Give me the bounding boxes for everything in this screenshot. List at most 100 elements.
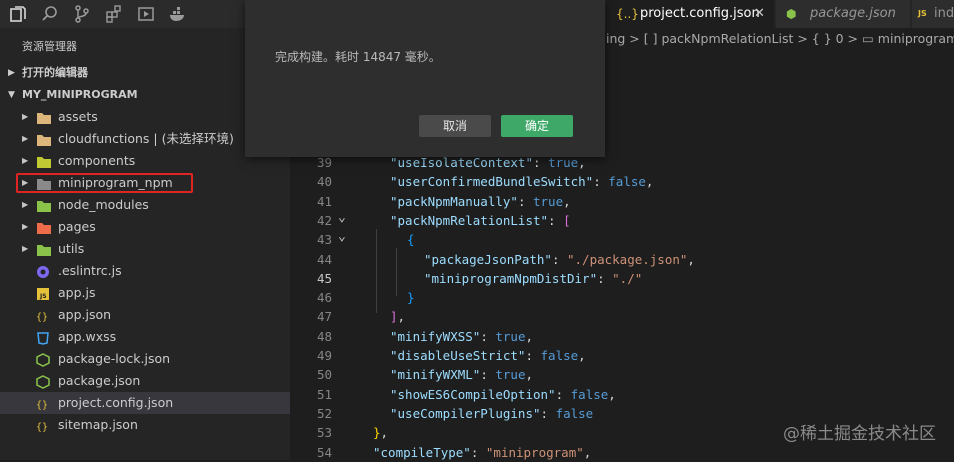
code-line: 54 "compileType": "miniprogram", — [290, 443, 954, 462]
code-token: } — [407, 290, 415, 306]
code-text: "miniprogramNpmDistDir": "./" — [424, 269, 642, 288]
cancel-button[interactable]: 取消 — [419, 115, 491, 137]
code-token: "showES6CompileOption" — [390, 386, 556, 402]
line-number: 46 — [316, 290, 332, 306]
tab-project-config-json[interactable]: {..} project.config.json ✕ — [606, 0, 774, 28]
watermark: @稀土掘金技术社区 — [783, 424, 936, 444]
file-tree-item-label: .eslintrc.js — [58, 263, 122, 278]
code-token: "userConfirmedBundleSwitch" — [390, 174, 594, 190]
file-tree-item[interactable]: {} app.json — [0, 304, 290, 326]
files-icon[interactable] — [8, 4, 28, 24]
code-token: , — [645, 174, 654, 190]
line-number: 54 — [316, 444, 332, 460]
code-line: 42 ⌄ "packNpmRelationList": [ — [290, 208, 954, 230]
code-token: , — [687, 251, 695, 267]
file-tree-item[interactable]: .eslintrc.js — [0, 260, 290, 282]
build-complete-dialog: 完成构建。耗时 14847 毫秒。 取消 确定 — [245, 0, 605, 157]
npm-icon — [36, 352, 52, 367]
code-text: "showES6CompileOption": false, — [390, 385, 616, 404]
file-tree-item[interactable]: app.wxss — [0, 326, 290, 348]
code-token: : — [548, 212, 564, 228]
extensions-icon[interactable] — [104, 4, 124, 24]
code-token: : — [540, 405, 556, 421]
search-icon[interactable] — [40, 4, 60, 24]
docker-icon[interactable] — [168, 4, 188, 24]
line-number: 52 — [316, 405, 332, 421]
tab-package-json[interactable]: ⬢ package.json — [776, 0, 910, 28]
folder-icon — [36, 220, 52, 234]
code-token: : — [470, 444, 486, 460]
chevron-right-icon[interactable]: ▶ — [22, 128, 28, 150]
code-line: 48 "minifyWXSS": true, — [290, 327, 954, 346]
line-number: 51 — [316, 386, 332, 402]
code-token: "./" — [612, 270, 643, 286]
js-icon: JS — [36, 286, 52, 300]
json-icon: {..} — [616, 7, 639, 21]
code-line: 46} — [290, 288, 954, 307]
code-token: true — [533, 193, 564, 209]
file-tree-item[interactable]: {} project.config.json — [0, 392, 290, 414]
file-tree-item-label: package.json — [58, 373, 141, 388]
line-number: 45 — [316, 270, 332, 286]
chevron-right-icon[interactable]: ▶ — [22, 238, 28, 260]
line-number: 41 — [316, 193, 332, 209]
npm-icon: ⬢ — [786, 7, 797, 21]
svg-text:{}: {} — [36, 400, 48, 411]
file-tree-item-label: package-lock.json — [58, 351, 171, 366]
code-token: [ — [563, 212, 571, 228]
line-number: 43 — [316, 232, 332, 248]
fold-chevron-icon[interactable]: ⌄ — [338, 208, 346, 227]
chevron-right-icon[interactable]: ▶ — [22, 194, 28, 216]
file-tree-item[interactable]: ▶ node_modules — [0, 194, 290, 216]
json-icon: {} — [36, 418, 52, 433]
code-line: 41 "packNpmManually": true, — [290, 192, 954, 211]
file-tree-item-label: utils — [58, 241, 85, 256]
breadcrumb-path: ing > [ ] packNpmRelationList > { } 0 > … — [606, 31, 954, 46]
chevron-right-icon[interactable]: ▶ — [22, 150, 28, 172]
file-tree-item[interactable]: package.json — [0, 370, 290, 392]
npm-icon — [36, 374, 52, 389]
code-line: 50 "minifyWXML": true, — [290, 365, 954, 384]
css-icon — [36, 330, 52, 345]
code-text: ], — [390, 307, 405, 326]
file-tree-item[interactable]: JS app.js — [0, 282, 290, 304]
code-text: "packNpmManually": true, — [390, 192, 571, 211]
ok-button[interactable]: 确定 — [501, 115, 573, 137]
tab-index[interactable]: JS ind — [912, 0, 954, 28]
file-tree-item[interactable]: ▶ pages — [0, 216, 290, 238]
code-token: ] — [390, 309, 398, 325]
source-control-icon[interactable] — [72, 4, 92, 24]
code-token: false — [555, 405, 594, 421]
file-tree-item[interactable]: {} sitemap.json — [0, 414, 290, 436]
code-token: "minifyWXSS" — [390, 328, 481, 344]
code-token: , — [608, 386, 616, 402]
dialog-message: 完成构建。耗时 14847 毫秒。 — [275, 50, 441, 64]
folder-icon — [36, 154, 52, 168]
file-tree-item-label: cloudfunctions | (未选择环境) — [58, 131, 234, 146]
code-line: 51 "showES6CompileOption": false, — [290, 385, 954, 404]
json-icon: {} — [36, 396, 52, 411]
file-tree-item[interactable]: package-lock.json — [0, 348, 290, 370]
code-token: , — [397, 309, 406, 325]
code-line: 45 "miniprogramNpmDistDir": "./" — [290, 269, 954, 288]
code-text: "disableUseStrict": false, — [390, 346, 586, 365]
code-token: "miniprogram" — [485, 444, 584, 460]
line-number: 48 — [316, 328, 332, 344]
code-token: : — [597, 270, 613, 286]
code-token: true — [548, 155, 579, 170]
chevron-right-icon[interactable]: ▶ — [22, 216, 28, 238]
fold-chevron-icon[interactable]: ⌄ — [338, 227, 346, 246]
file-tree-item-label: node_modules — [58, 197, 149, 212]
file-tree-item[interactable]: ▶ utils — [0, 238, 290, 260]
chevron-right-icon[interactable]: ▶ — [22, 106, 28, 128]
chevron-right-icon: ▶ — [8, 68, 15, 78]
debug-icon[interactable] — [136, 4, 156, 24]
code-token: "useIsolateContext" — [390, 155, 533, 170]
code-line: 44 "packageJsonPath": "./package.json", — [290, 250, 954, 269]
code-token: true — [495, 367, 526, 383]
close-icon[interactable]: ✕ — [754, 0, 765, 28]
code-text: "packNpmRelationList": [ — [390, 211, 571, 230]
code-token: , — [578, 155, 586, 170]
code-token: , — [525, 328, 534, 344]
folder-icon — [36, 242, 52, 256]
